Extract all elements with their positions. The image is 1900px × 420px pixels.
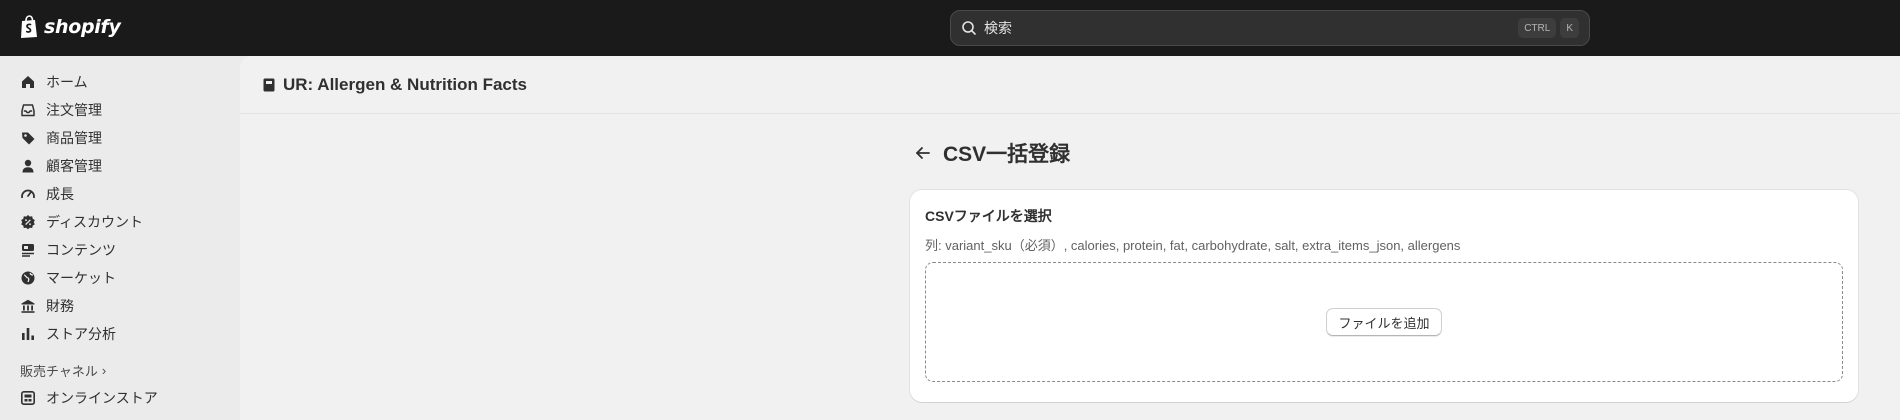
- store-icon: [20, 390, 35, 405]
- chevron-right-icon: ›: [101, 362, 107, 378]
- sidebar-item-label: ディスカウント: [46, 214, 144, 230]
- bank-icon: [21, 299, 35, 313]
- file-dropzone[interactable]: ファイルを追加: [925, 262, 1843, 382]
- shortcut-key-ctrl: CTRL: [1518, 18, 1557, 38]
- top-bar: shopify 検索 CTRL K: [0, 0, 1900, 56]
- sidebar-item-label: マーケット: [46, 270, 116, 286]
- content-icon: [22, 244, 34, 257]
- sidebar-item-content[interactable]: コンテンツ: [0, 236, 240, 264]
- sidebar-item-finance[interactable]: 財務: [0, 292, 240, 320]
- page-title: CSV一括登録: [943, 143, 1071, 166]
- sidebar-item-label: 顧客管理: [46, 158, 102, 174]
- main-content: UR: Allergen & Nutrition Facts CSV一括登録 C…: [240, 56, 1900, 420]
- csv-columns-description: 列: variant_sku（必須）, calories, protein, f…: [925, 238, 1461, 253]
- sidebar-item-online-store[interactable]: オンラインストア: [0, 384, 240, 412]
- sales-channels-label: 販売チャネル: [20, 363, 98, 379]
- sidebar-item-label: コンテンツ: [46, 242, 116, 258]
- back-arrow-icon[interactable]: [913, 143, 933, 163]
- sidebar-item-label: ストア分析: [46, 326, 116, 342]
- sidebar-nav: ホーム 注文管理 商品管理 顧客管理 成長 ディスカウント コンテンツ マーケッ…: [0, 56, 240, 348]
- search-placeholder: 検索: [984, 20, 1012, 36]
- sidebar-item-products[interactable]: 商品管理: [0, 124, 240, 152]
- sidebar-item-label: 商品管理: [46, 130, 102, 146]
- sidebar-item-label: 注文管理: [46, 102, 102, 118]
- bar-chart-icon: [22, 328, 34, 340]
- sales-channels-section[interactable]: 販売チャネル ›: [0, 356, 240, 384]
- app-header: UR: Allergen & Nutrition Facts: [240, 56, 1900, 114]
- shopify-logo[interactable]: shopify: [20, 15, 121, 39]
- shortcut-key-k: K: [1560, 18, 1579, 38]
- app-book-icon: [263, 78, 275, 91]
- app-title: UR: Allergen & Nutrition Facts: [283, 74, 527, 94]
- home-icon: [22, 76, 34, 88]
- sidebar-item-home[interactable]: ホーム: [0, 68, 240, 96]
- sidebar-item-growth[interactable]: 成長: [0, 180, 240, 208]
- shopify-bag-icon: [21, 15, 37, 38]
- sidebar-item-label: オンラインストア: [46, 390, 158, 406]
- sidebar-item-markets[interactable]: マーケット: [0, 264, 240, 292]
- sidebar-item-customers[interactable]: 顧客管理: [0, 152, 240, 180]
- globe-icon: [21, 271, 35, 285]
- sidebar-item-label: 成長: [46, 186, 74, 202]
- page-title-row: CSV一括登録: [913, 138, 1070, 168]
- logo-text: shopify: [44, 16, 121, 38]
- sidebar-item-analytics[interactable]: ストア分析: [0, 320, 240, 348]
- sidebar-item-label: ホーム: [46, 74, 88, 90]
- discount-icon: [21, 215, 35, 230]
- sidebar-item-orders[interactable]: 注文管理: [0, 96, 240, 124]
- inbox-icon: [21, 104, 35, 117]
- card-title: CSVファイルを選択: [925, 208, 1052, 224]
- person-icon: [22, 159, 34, 173]
- tag-icon: [22, 132, 35, 145]
- gauge-icon: [21, 189, 35, 199]
- csv-upload-card: CSVファイルを選択 列: variant_sku（必須）, calories,…: [910, 190, 1858, 402]
- sidebar-item-label: 財務: [46, 298, 74, 314]
- search-bar[interactable]: 検索 CTRL K: [950, 10, 1590, 46]
- sidebar-item-discounts[interactable]: ディスカウント: [0, 208, 240, 236]
- add-file-button[interactable]: ファイルを追加: [1326, 308, 1442, 336]
- search-icon: [962, 21, 976, 35]
- sidebar: ホーム 注文管理 商品管理 顧客管理 成長 ディスカウント コンテンツ マーケッ…: [0, 56, 240, 420]
